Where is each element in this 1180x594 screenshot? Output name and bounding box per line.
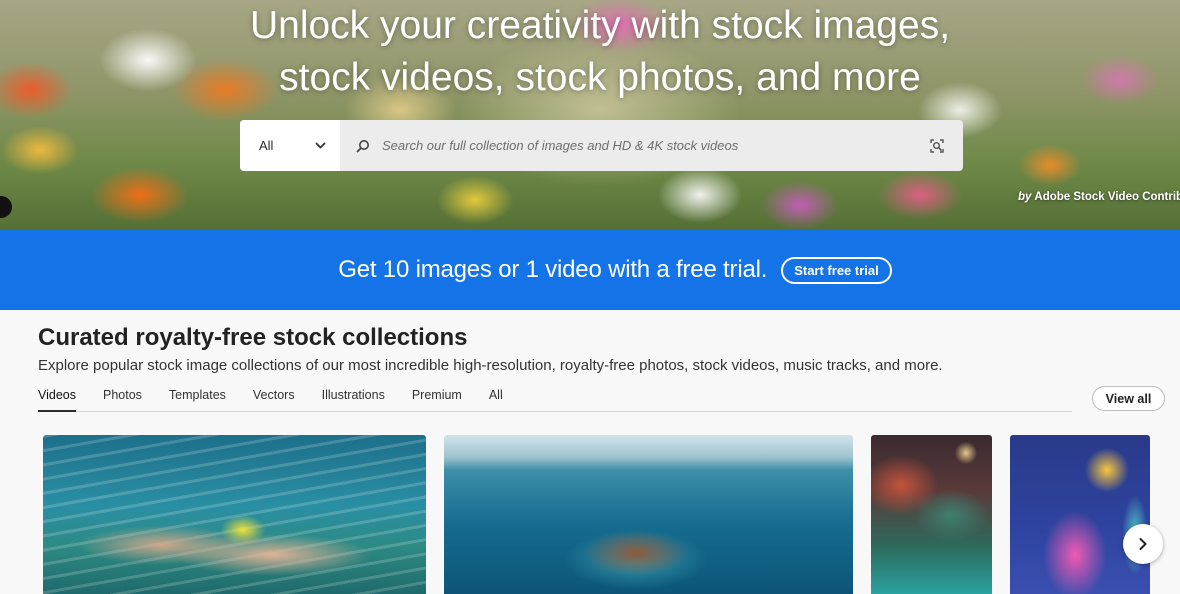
tab-premium[interactable]: Premium [412,384,462,412]
hero-banner: Unlock your creativity with stock images… [0,0,1180,230]
carousel-next-button[interactable] [1123,524,1163,564]
tab-templates[interactable]: Templates [169,384,226,412]
search-icon [356,139,369,152]
collection-thumbnail-monster[interactable] [1010,435,1150,594]
search-type-dropdown[interactable]: All [240,120,340,171]
search-type-label: All [259,138,274,153]
hero-title-line-2: stock videos, stock photos, and more [279,56,921,99]
collection-thumbnail-island[interactable] [444,435,853,594]
tab-videos[interactable]: Videos [38,384,76,412]
collection-thumbnail-space[interactable] [871,435,992,594]
tab-photos[interactable]: Photos [103,384,142,412]
tab-illustrations[interactable]: Illustrations [322,384,385,412]
search-bar: All [240,120,963,171]
chevron-down-icon [315,142,326,148]
hero-title: Unlock your creativity with stock images… [190,0,1010,104]
visual-search-button[interactable] [911,120,963,171]
view-all-button[interactable]: View all [1092,386,1165,411]
search-field [340,120,911,171]
free-trial-banner: Get 10 images or 1 video with a free tri… [0,230,1180,310]
free-trial-text: Get 10 images or 1 video with a free tri… [338,256,768,283]
visual-search-icon [930,138,944,153]
collections-title: Curated royalty-free stock collections [38,324,468,351]
play-pause-control[interactable] [0,196,12,218]
hero-title-line-1: Unlock your creativity with stock images… [249,4,951,47]
tab-vectors[interactable]: Vectors [253,384,295,412]
start-free-trial-button[interactable]: Start free trial [781,256,892,284]
credit-author[interactable]: Adobe Stock Video Contribu [1034,191,1180,203]
credit-by: by [1018,191,1032,203]
chevron-right-icon [1139,538,1147,550]
tab-all[interactable]: All [489,384,503,412]
collection-thumbnail-swimmer[interactable] [43,435,426,594]
collections-subtitle: Explore popular stock image collections … [38,357,943,374]
collection-tabs: Videos Photos Templates Vectors Illustra… [38,384,1072,412]
search-input[interactable] [382,138,902,153]
image-credit: by Adobe Stock Video Contribu [1018,191,1180,203]
